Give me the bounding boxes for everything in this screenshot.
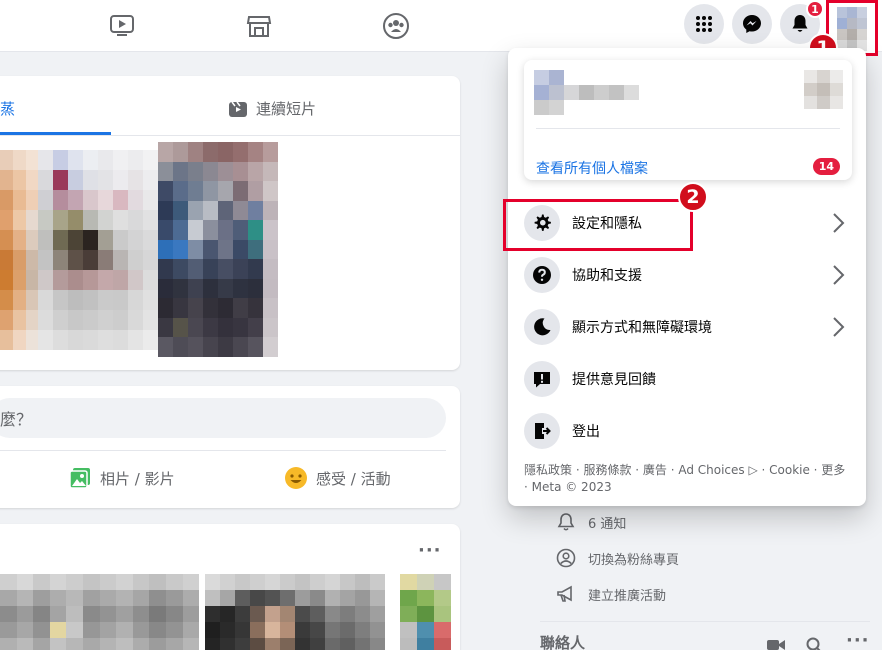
menu-item-label: 顯示方式和無障礙環境 — [572, 320, 712, 336]
apps-grid-icon[interactable] — [684, 4, 724, 44]
feedback-icon — [524, 361, 560, 397]
settings-highlight-box — [503, 199, 693, 251]
profiles-count-badge: 14 — [812, 158, 840, 175]
footer-links-line-1[interactable]: 隱私政策 · 服務條款 · 廣告 · Ad Choices ▷ · Cookie… — [524, 462, 854, 479]
switch-profile-icon — [556, 548, 576, 568]
chevron-right-icon — [833, 265, 845, 285]
moon-icon — [524, 309, 560, 345]
top-navigation-bar: 1 — [0, 0, 882, 56]
messenger-icon[interactable] — [732, 4, 772, 44]
post-image-2[interactable] — [205, 574, 385, 650]
chevron-right-icon — [833, 213, 845, 233]
menu-item-label: 協助和支援 — [572, 268, 642, 284]
step-marker-2: 2 — [678, 182, 708, 212]
menu-item-help-support[interactable]: 協助和支援 — [516, 250, 858, 300]
avatar — [837, 7, 867, 51]
stories-card: 蒸 連續短片 — [0, 76, 460, 370]
question-icon — [524, 257, 560, 293]
new-room-icon[interactable] — [766, 636, 786, 650]
bell-icon — [792, 15, 808, 32]
tab-reels[interactable]: 連續短片 — [228, 98, 316, 119]
post-image-1[interactable] — [0, 574, 200, 650]
story-thumbnail-2[interactable] — [38, 150, 158, 350]
profile-avatar-name — [534, 70, 639, 115]
footer-links-line-2: · Meta © 2023 — [524, 480, 612, 494]
composer-placeholder: 麼？ — [0, 410, 33, 429]
photo-icon — [69, 468, 90, 489]
menu-item-display-accessibility[interactable]: 顯示方式和無障礙環境 — [516, 302, 858, 352]
photo-video-button[interactable]: 相片 / 影片 — [68, 466, 175, 490]
profile-card-divider — [536, 128, 840, 129]
bell-outline-icon — [557, 513, 575, 531]
sidebar-item-notifications[interactable]: 6 通知 — [556, 512, 626, 532]
story-thumbnail-1[interactable] — [0, 150, 39, 350]
smiley-icon — [285, 467, 307, 489]
menu-item-give-feedback[interactable]: 提供意見回饋 — [516, 354, 858, 404]
contacts-title: 聯絡人 — [540, 634, 586, 650]
more-options-icon[interactable]: ··· — [418, 540, 442, 561]
menu-item-label: 登出 — [572, 424, 600, 440]
photo-video-label: 相片 / 影片 — [100, 469, 175, 488]
groups-icon[interactable] — [380, 10, 412, 42]
tab-stories[interactable]: 蒸 — [0, 98, 15, 119]
marketplace-icon[interactable] — [243, 10, 275, 42]
sidebar-item-label: 6 通知 — [588, 516, 627, 532]
footer-links[interactable]: 隱私政策 · 服務條款 · 廣告 · Ad Choices ▷ · Cookie… — [524, 462, 854, 496]
menu-item-logout[interactable]: 登出 — [516, 406, 858, 456]
sidebar-item-label: 切換為粉絲專頁 — [588, 552, 680, 568]
search-contacts-icon[interactable] — [806, 636, 822, 650]
post-image-3[interactable] — [400, 574, 451, 650]
chevron-right-icon — [833, 317, 845, 337]
contacts-more-icon[interactable]: ··· — [846, 630, 870, 650]
reels-icon — [229, 101, 247, 117]
sidebar-item-create-promotion[interactable]: 建立推廣活動 — [556, 584, 666, 604]
profile-card[interactable]: 查看所有個人檔案 14 — [524, 60, 852, 180]
post-card: ··· — [0, 524, 460, 650]
tab-reels-label: 連續短片 — [256, 100, 317, 118]
composer-divider — [0, 450, 446, 451]
sidebar-item-switch-page[interactable]: 切換為粉絲專頁 — [556, 548, 679, 568]
notification-count-badge: 1 — [806, 0, 824, 18]
tabs-divider — [0, 135, 460, 136]
menu-item-label: 提供意見回饋 — [572, 372, 656, 388]
sidebar-divider — [540, 621, 870, 622]
video-icon[interactable] — [106, 10, 138, 42]
account-menu-dropdown: 查看所有個人檔案 14 設定和隱私 協助和支援 顯示方式和無障礙環境 提供意見回… — [508, 48, 866, 506]
story-thumbnail-3[interactable] — [158, 142, 278, 357]
logout-icon — [524, 413, 560, 449]
megaphone-icon — [557, 585, 572, 602]
feeling-activity-label: 感受 / 活動 — [316, 469, 391, 488]
feeling-activity-button[interactable]: 感受 / 活動 — [284, 466, 391, 490]
post-composer-card: 麼？ 相片 / 影片 感受 / 活動 — [0, 386, 460, 508]
secondary-profile-avatar — [804, 70, 843, 109]
sidebar-item-label: 建立推廣活動 — [588, 588, 667, 604]
composer-input[interactable]: 麼？ — [0, 398, 446, 438]
see-all-profiles-link[interactable]: 查看所有個人檔案 — [536, 158, 648, 178]
